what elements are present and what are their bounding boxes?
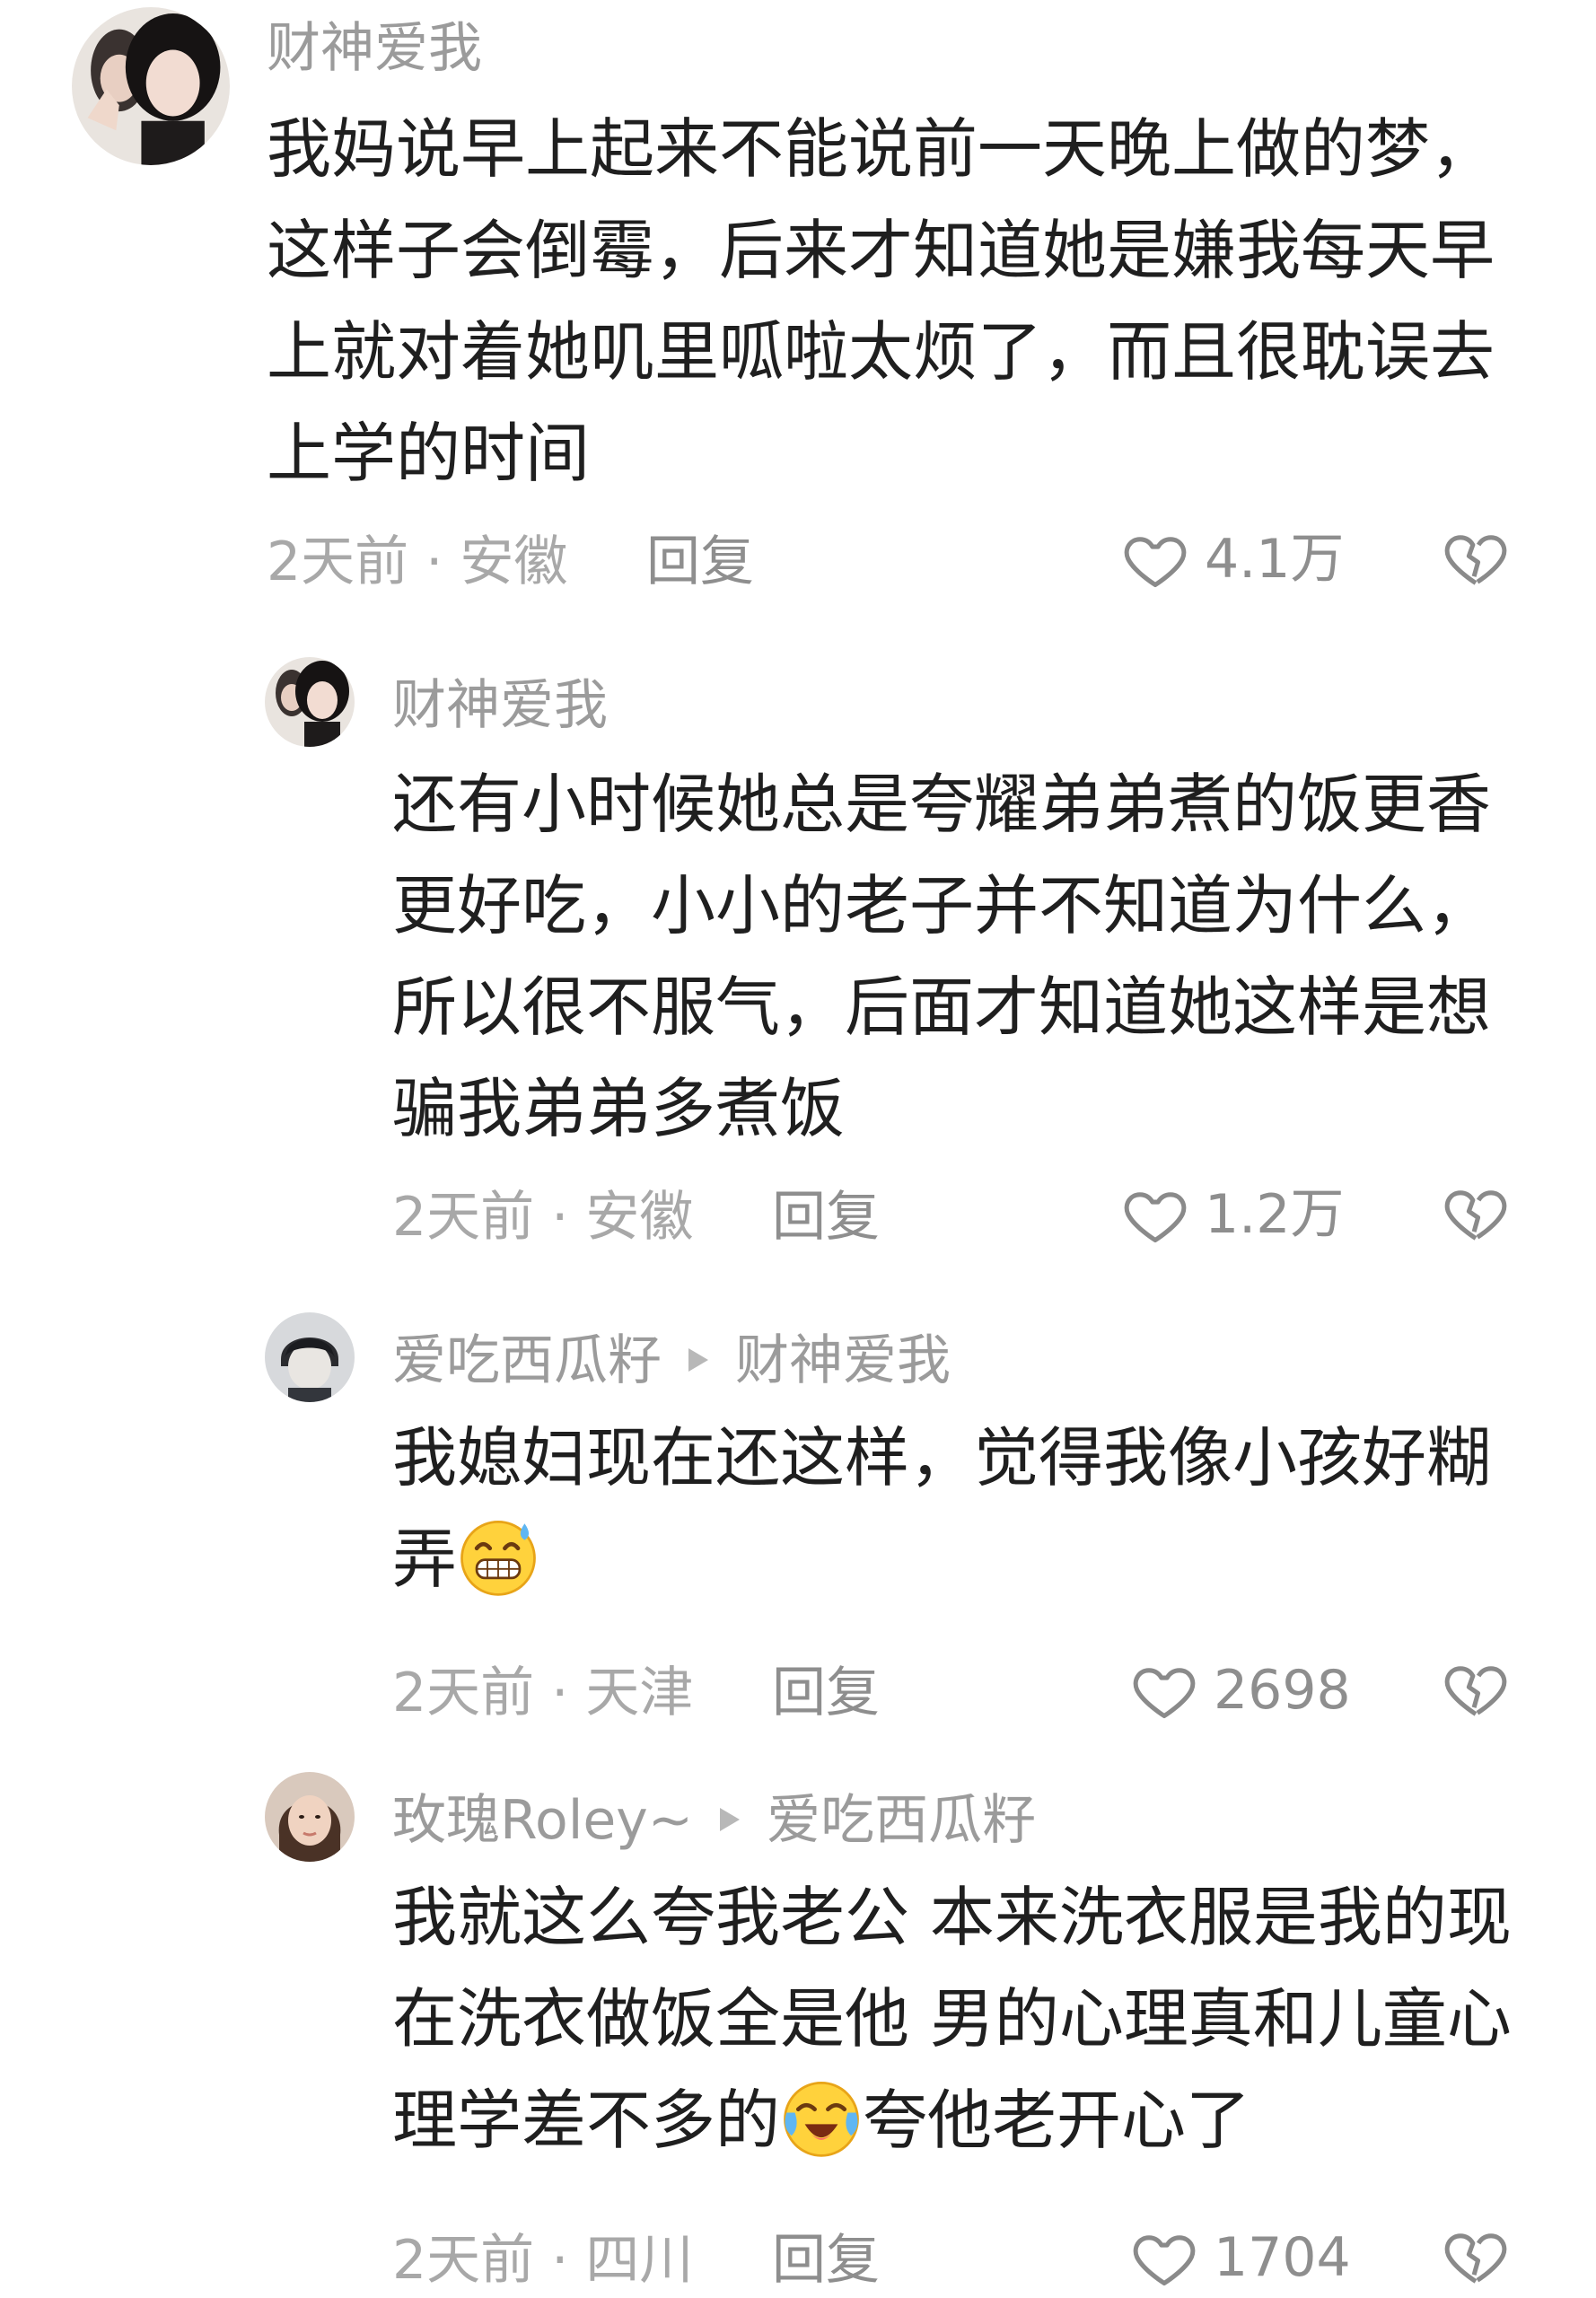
comment-1: 财神爱我 我妈说早上起来不能说前一天晚上做的梦，这样子会倒霉，后来才知道她是嫌我…: [0, 0, 1596, 628]
comment-username-line: 玫瑰Roley~ 爱吃西瓜籽: [392, 1788, 1036, 1853]
like-count: 4.1万: [1205, 528, 1345, 591]
sweat-grin-emoji-icon: [457, 1515, 539, 1598]
reply-button[interactable]: 回复: [772, 1185, 880, 1250]
avatar[interactable]: [265, 657, 355, 747]
comment-username[interactable]: 爱吃西瓜籽: [392, 1329, 662, 1392]
like-button[interactable]: 2698: [1129, 1654, 1363, 1726]
comment-time-location: 2天前 · 安徽: [392, 1186, 694, 1249]
like-count: 1704: [1214, 2226, 1351, 2289]
heart-icon: [1133, 1668, 1196, 1719]
comment-time-location: 2天前 · 天津: [392, 1662, 694, 1724]
avatar[interactable]: [265, 1312, 355, 1402]
like-button[interactable]: 4.1万: [1120, 523, 1354, 595]
reply-to-username[interactable]: 爱吃西瓜籽: [767, 1789, 1036, 1852]
reply-to-username[interactable]: 财神爱我: [735, 1329, 951, 1392]
avatar-photo-icon: [265, 1312, 355, 1402]
avatar[interactable]: [265, 1772, 355, 1862]
comment-time-location: 2天前 · 四川: [392, 2229, 694, 2292]
comment-text: 还有小时候她总是夸耀弟弟煮的饭更香更好吃，小小的老子并不知道为什么，所以很不服气…: [392, 767, 1492, 1146]
reply-arrow-icon: [688, 1348, 708, 1373]
reply-button[interactable]: 回复: [646, 530, 754, 594]
dislike-button[interactable]: [1441, 1179, 1513, 1250]
comment-username[interactable]: 财神爱我: [392, 673, 608, 738]
comment-text-part: 夸他老开心了: [863, 2083, 1251, 2158]
comment-text: 我就这么夸我老公 本来洗衣服是我的现在洗衣做饭全是他 男的心理真和儿童心理学差不…: [392, 1867, 1532, 2171]
comment-3: 爱吃西瓜籽 财神爱我 我媳妇现在还这样，觉得我像小孩好糊弄 2天前 · 天津 回复…: [0, 1302, 1596, 1732]
heart-icon: [1133, 2235, 1196, 2286]
broken-heart-icon: [1444, 1666, 1507, 1716]
dislike-button[interactable]: [1441, 1654, 1513, 1726]
avatar[interactable]: [72, 7, 230, 165]
avatar-photo-icon: [265, 1772, 355, 1862]
comment-time-location: 2天前 · 安徽: [267, 531, 568, 593]
like-button[interactable]: 1.2万: [1120, 1179, 1354, 1250]
broken-heart-icon: [1444, 2233, 1507, 2284]
like-count: 1.2万: [1205, 1183, 1345, 1246]
avatar-photo-icon: [265, 657, 355, 747]
comment-text-part: 我媳妇现在还这样，觉得我像小孩好糊弄: [392, 1420, 1492, 1597]
comment-username[interactable]: 玫瑰Roley~: [392, 1789, 693, 1852]
heart-icon: [1124, 537, 1187, 588]
reply-button[interactable]: 回复: [772, 1661, 880, 1725]
dislike-button[interactable]: [1441, 2222, 1513, 2294]
crying-laughing-emoji-icon: [780, 2076, 863, 2159]
broken-heart-icon: [1444, 1190, 1507, 1241]
comment-4: 玫瑰Roley~ 爱吃西瓜籽 我就这么夸我老公 本来洗衣服是我的现在洗衣做饭全是他…: [0, 1759, 1596, 2298]
like-count: 2698: [1214, 1659, 1351, 1722]
comment-text: 我妈说早上起来不能说前一天晚上做的梦，这样子会倒霉，后来才知道她是嫌我每天早上就…: [267, 111, 1495, 491]
avatar-photo-icon: [72, 7, 230, 165]
comment-text: 我媳妇现在还这样，觉得我像小孩好糊弄: [392, 1408, 1532, 1610]
comment-username-line: 爱吃西瓜籽 财神爱我: [392, 1329, 951, 1393]
heart-icon: [1124, 1192, 1187, 1243]
like-button[interactable]: 1704: [1129, 2222, 1363, 2294]
dislike-button[interactable]: [1441, 523, 1513, 595]
comment-username[interactable]: 财神爱我: [267, 16, 482, 81]
reply-arrow-icon: [720, 1808, 741, 1832]
comment-2: 财神爱我 还有小时候她总是夸耀弟弟煮的饭更香更好吃，小小的老子并不知道为什么，所…: [0, 646, 1596, 1275]
broken-heart-icon: [1444, 535, 1507, 585]
reply-button[interactable]: 回复: [772, 2228, 880, 2293]
